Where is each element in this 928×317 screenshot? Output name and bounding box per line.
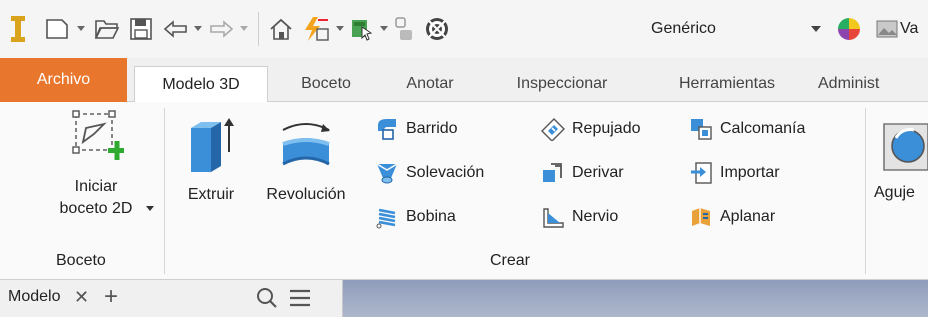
open-folder-icon[interactable] [94,14,120,44]
start-sketch-label-line1: Iniciar [74,178,118,195]
material-select[interactable]: Genérico [647,14,825,44]
inventor-logo-icon[interactable] [6,14,30,44]
derive-label: Derivar [572,164,624,181]
import-icon [688,160,714,186]
quick-access-toolbar: Genérico Va [0,0,928,58]
rib-label: Nervio [572,208,619,225]
redo-icon[interactable] [207,14,235,44]
appearance-thumbnail-icon [876,20,898,38]
undo-dropdown-icon[interactable] [194,26,202,31]
import-label: Importar [720,164,780,181]
graphics-viewport[interactable] [343,280,928,317]
redo-dropdown-icon[interactable] [240,26,248,31]
extrude-label: Extruir [187,186,235,203]
start-sketch-label-line2: boceto 2D [59,200,133,217]
unwrap-icon [688,204,714,230]
revolve-label: Revolución [266,186,346,203]
ribbon: Iniciar boceto 2D Boceto Extruir Revoluc… [0,102,928,280]
revolve-icon [282,123,330,166]
tab-boceto[interactable]: Boceto [280,66,372,102]
sweep-label: Barrido [406,120,458,137]
model-browser-header: Modelo ✕ + [0,280,343,317]
coil-label: Bobina [406,208,456,225]
import-button[interactable]: Importar [688,158,780,188]
undo-icon[interactable] [162,14,190,44]
coil-button[interactable]: Bobina [374,202,456,232]
decal-label: Calcomanía [720,120,806,137]
revolve-button[interactable]: Revolución [250,114,362,206]
loft-label: Solevación [406,164,485,181]
extrude-icon [191,118,234,172]
start-sketch-dropdown-icon[interactable] [146,206,154,211]
loft-icon [374,160,400,186]
emboss-button[interactable]: Repujado [540,114,641,144]
home-icon[interactable] [266,14,296,44]
appearance-ball-icon[interactable] [836,14,862,44]
panel-separator [164,108,165,274]
tab-herramientas[interactable]: Herramientas [648,66,806,102]
chevron-down-icon [811,26,821,32]
tab-administrar[interactable]: Administ [818,66,928,102]
new-file-icon[interactable] [44,14,70,44]
new-file-dropdown-icon[interactable] [77,26,85,31]
decal-icon [688,116,714,142]
browser-tab-modelo[interactable]: Modelo [8,288,60,306]
update-dropdown-icon[interactable] [336,26,344,31]
extrude-button[interactable]: Extruir [171,114,251,206]
menu-icon[interactable] [288,288,312,313]
object-visibility-icon[interactable] [390,14,418,44]
close-icon[interactable]: ✕ [74,287,89,308]
derive-icon [540,160,566,186]
hole-button[interactable]: Aguje [874,118,928,204]
hole-label: Aguje [874,184,915,201]
sketch-2d-icon [72,110,124,160]
coil-icon [374,204,400,230]
save-icon[interactable] [128,14,154,44]
emboss-label: Repujado [572,120,641,137]
loft-button[interactable]: Solevación [374,158,484,188]
appearance-value: Va [900,20,919,37]
sweep-button[interactable]: Barrido [374,114,458,144]
ribbon-tab-bar: Archivo Modelo 3D Boceto Anotar Inspecci… [0,58,928,103]
tab-anotar[interactable]: Anotar [384,66,476,102]
rib-icon [540,204,566,230]
tab-inspeccionar[interactable]: Inspeccionar [492,66,632,102]
panel-title-crear: Crear [490,252,531,269]
hole-icon [883,123,928,171]
sweep-icon [374,116,400,142]
decal-button[interactable]: Calcomanía [688,114,805,144]
appearance-select[interactable]: Va [876,14,928,44]
unwrap-button[interactable]: Aplanar [688,202,775,232]
material-value: Genérico [651,20,716,37]
panel-separator [865,108,866,274]
panel-title-boceto: Boceto [56,252,106,269]
derive-button[interactable]: Derivar [540,158,624,188]
tab-modelo-3d[interactable]: Modelo 3D [134,66,268,103]
toolbar-separator [258,12,259,46]
rib-button[interactable]: Nervio [540,202,618,232]
color-override-icon[interactable] [422,14,452,44]
selection-filter-icon[interactable] [348,14,376,44]
unwrap-label: Aplanar [720,208,776,225]
start-2d-sketch-button[interactable]: Iniciar boceto 2D [40,108,152,220]
search-icon[interactable] [256,287,278,314]
emboss-icon [540,116,566,142]
update-lightning-icon[interactable] [301,14,331,44]
add-tab-icon[interactable]: + [104,283,118,311]
tab-archivo[interactable]: Archivo [0,58,127,102]
selection-dropdown-icon[interactable] [380,26,388,31]
